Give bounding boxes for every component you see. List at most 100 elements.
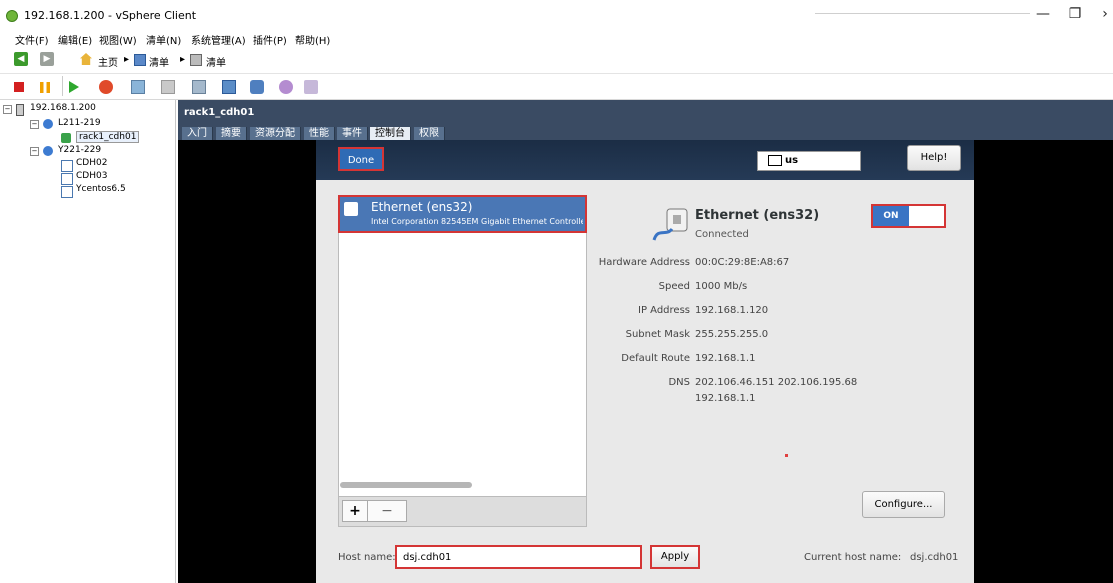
connection-status: Connected — [695, 229, 749, 240]
resource-pool-icon — [43, 146, 53, 156]
current-host-name-value: dsj.cdh01 — [910, 552, 959, 563]
nav-inventory-2[interactable]: 清单 — [206, 54, 226, 69]
tree-host[interactable]: 192.168.1.200 — [30, 103, 96, 113]
keyboard-layout-indicator[interactable]: us — [757, 151, 861, 171]
host-icon — [16, 104, 24, 116]
menu-bar: 文件(F) 编辑(E) 视图(W) 清单(N) 系统管理(A) 插件(P) 帮助… — [0, 30, 1113, 48]
help-button[interactable]: Help! — [907, 145, 961, 171]
menu-view[interactable]: 视图(W) — [99, 32, 137, 47]
keyboard-icon — [768, 154, 782, 166]
apply-button[interactable]: Apply — [650, 545, 700, 569]
send-keys-icon[interactable] — [250, 80, 264, 94]
add-interface-button[interactable]: + — [342, 500, 368, 522]
forward-icon[interactable]: ▶ — [40, 52, 54, 66]
resource-pool-icon — [43, 119, 53, 129]
default-route-label: Default Route — [621, 353, 690, 364]
snapshot-manager-icon[interactable] — [192, 80, 206, 94]
tab-summary[interactable]: 摘要 — [216, 127, 247, 140]
dns-value: 202.106.46.151 202.106.195.68 — [695, 377, 858, 388]
breadcrumb-arrow-icon: ▸ — [180, 54, 186, 65]
title-search-box[interactable] — [815, 0, 1030, 14]
menu-edit[interactable]: 编辑(E) — [58, 32, 92, 47]
tab-performance[interactable]: 性能 — [304, 127, 335, 140]
collapse-icon[interactable]: − — [30, 147, 39, 156]
cursor-dot — [785, 454, 788, 457]
tree-vm[interactable]: CDH03 — [76, 171, 107, 181]
interface-name: Ethernet (ens32) — [371, 200, 473, 214]
ip-address-value: 192.168.1.120 — [695, 305, 769, 316]
migrate-icon[interactable] — [304, 80, 318, 94]
vm-icon — [61, 173, 73, 185]
tree-vm[interactable]: CDH02 — [76, 158, 107, 168]
collapse-icon[interactable]: − — [30, 120, 39, 129]
done-button[interactable]: Done — [338, 147, 384, 171]
restore-button[interactable]: ❐ — [1064, 5, 1086, 23]
menu-inventory[interactable]: 清单(N) — [146, 32, 181, 47]
vm-running-icon — [61, 133, 71, 143]
title-bar: 192.168.1.200 - vSphere Client — ❐ › — [0, 0, 1113, 30]
vm-icon — [61, 186, 73, 198]
interface-description: Intel Corporation 82545EM Gigabit Ethern… — [371, 217, 583, 226]
toggle-on-label: ON — [873, 206, 909, 226]
revert-snapshot-icon[interactable] — [161, 80, 175, 94]
power-on-icon[interactable] — [69, 81, 79, 93]
remove-interface-button[interactable]: − — [367, 500, 407, 522]
tree-group-l211[interactable]: L211-219 — [58, 118, 101, 128]
window-title: 192.168.1.200 - vSphere Client — [24, 9, 197, 22]
nav-inventory-1[interactable]: 清单 — [149, 54, 169, 69]
interface-list — [338, 195, 587, 497]
toolbar — [0, 74, 1113, 100]
menu-file[interactable]: 文件(F) — [15, 32, 49, 47]
tab-permissions[interactable]: 权限 — [414, 127, 445, 140]
configure-button[interactable]: Configure... — [862, 491, 945, 518]
hardware-address-value: 00:0C:29:8E:A8:67 — [695, 257, 790, 268]
tree-vm-rack1-cdh01[interactable]: rack1_cdh01 — [76, 131, 140, 143]
menu-plugins[interactable]: 插件(P) — [253, 32, 287, 47]
speed-value: 1000 Mb/s — [695, 281, 748, 292]
ip-address-label: IP Address — [638, 305, 690, 316]
tab-events[interactable]: 事件 — [337, 127, 368, 140]
hardware-address-label: Hardware Address — [598, 257, 690, 268]
home-icon[interactable] — [80, 53, 92, 65]
current-host-name-label: Current host name: — [804, 552, 902, 563]
subnet-mask-label: Subnet Mask — [625, 329, 690, 340]
edit-settings-icon[interactable] — [279, 80, 293, 94]
navigation-bar: ◀ ▶ 主页 ▸ 清单 ▸ 清单 — [0, 48, 1113, 74]
ethernet-cable-icon — [652, 208, 688, 241]
host-name-label: Host name: — [338, 552, 396, 563]
power-off-icon[interactable] — [14, 82, 24, 92]
keyboard-layout: us — [785, 155, 799, 166]
nav-home[interactable]: 主页 — [98, 54, 118, 69]
reset-icon[interactable] — [99, 80, 113, 94]
tab-getting-started[interactable]: 入门 — [182, 127, 213, 140]
toolbar-separator — [62, 76, 63, 96]
collapse-icon[interactable]: − — [3, 105, 12, 114]
detail-interface-name: Ethernet (ens32) — [695, 208, 820, 223]
vsphere-logo-icon — [6, 10, 18, 22]
back-icon[interactable]: ◀ — [14, 52, 28, 66]
suspend-icon[interactable] — [40, 82, 50, 93]
installer-header — [316, 140, 974, 180]
tree-group-y221[interactable]: Y221-229 — [58, 145, 101, 155]
inventory-tree: − 192.168.1.200 − L211-219 rack1_cdh01 −… — [0, 100, 176, 583]
dns-value-2: 192.168.1.1 — [695, 393, 756, 404]
console-icon[interactable] — [222, 80, 236, 94]
menu-administration[interactable]: 系统管理(A) — [191, 32, 246, 47]
tab-resource-allocation[interactable]: 资源分配 — [250, 127, 301, 140]
breadcrumb-arrow-icon: ▸ — [124, 54, 130, 65]
ethernet-icon — [344, 202, 358, 216]
more-button[interactable]: › — [1094, 5, 1113, 23]
menu-help[interactable]: 帮助(H) — [295, 32, 330, 47]
snapshot-icon[interactable] — [131, 80, 145, 94]
vm-icon — [61, 160, 73, 172]
dns-label: DNS — [668, 377, 690, 388]
host-name-input[interactable] — [395, 545, 642, 569]
tree-vm[interactable]: Ycentos6.5 — [76, 184, 126, 194]
vm-inventory-icon — [190, 54, 202, 66]
minimize-button[interactable]: — — [1032, 5, 1054, 23]
tab-console[interactable]: 控制台 — [370, 127, 411, 140]
subnet-mask-value: 255.255.255.0 — [695, 329, 769, 340]
interface-list-scrollbar[interactable] — [340, 482, 472, 488]
default-route-value: 192.168.1.1 — [695, 353, 756, 364]
vm-header: rack1_cdh01 入门 摘要 资源分配 性能 事件 控制台 权限 — [178, 100, 1113, 140]
